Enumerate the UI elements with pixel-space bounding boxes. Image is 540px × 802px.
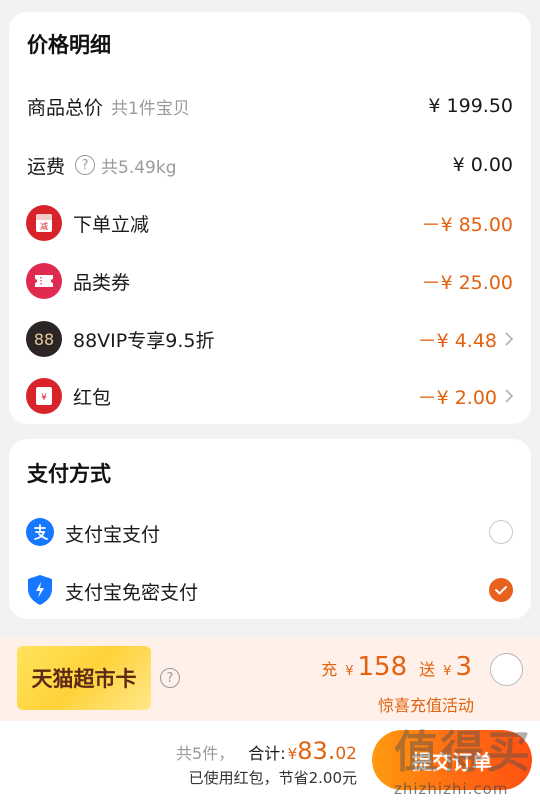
discount-row-88vip[interactable]: 88 88VIP专享9.5折 －¥ 4.48 xyxy=(9,319,531,359)
red-packet-icon: ¥ xyxy=(26,378,62,414)
goods-total-row: 商品总价 共1件宝贝 ¥ 199.50 xyxy=(9,86,531,126)
charge-prefix: 充 xyxy=(321,660,338,679)
tmall-supermarket-card: 天猫超市卡 xyxy=(17,646,151,710)
chevron-right-icon xyxy=(505,389,514,403)
discount-amount: －¥ 85.00 xyxy=(421,213,513,236)
recharge-offer: 充 ¥ 158 送 ¥ 3 xyxy=(321,652,472,682)
gift-prefix: 送 xyxy=(419,660,436,679)
discount-label: 88VIP专享9.5折 xyxy=(73,329,215,352)
saved-note: 已使用红包，节省2.00元 xyxy=(188,769,357,787)
goods-total-label: 商品总价 xyxy=(27,96,104,119)
price-detail-title: 价格明细 xyxy=(27,33,111,57)
svg-text:减: 减 xyxy=(40,221,48,231)
discount-label: 红包 xyxy=(73,386,112,409)
alipay-icon xyxy=(26,518,54,546)
discount-label: 品类券 xyxy=(73,271,131,294)
help-question-icon[interactable]: ? xyxy=(160,668,180,688)
red-envelope-jian-icon: 减 xyxy=(26,205,62,241)
payment-option-alipay-nopwd[interactable]: 支付宝免密支付 xyxy=(9,570,531,610)
tmall-card-banner[interactable]: 天猫超市卡 ? 充 ¥ 158 送 ¥ 3 惊喜充值活动 xyxy=(0,637,540,721)
discount-row-instant: 减 下单立减 －¥ 85.00 xyxy=(9,203,531,243)
total-label: 合计: xyxy=(248,744,286,763)
shipping-label: 运费 xyxy=(27,155,66,178)
svg-text:¥: ¥ xyxy=(41,393,47,403)
item-count: 共5件， xyxy=(176,744,235,763)
gift-yen: ¥ xyxy=(443,664,452,679)
check-icon xyxy=(494,585,507,594)
payment-option-alipay[interactable]: 支付宝支付 xyxy=(9,512,531,552)
total-amount-int: 83. xyxy=(297,737,336,765)
radio-unselected[interactable] xyxy=(490,653,523,686)
payment-option-label: 支付宝免密支付 xyxy=(65,582,199,604)
discount-row-red-packet[interactable]: ¥ 红包 －¥ 2.00 xyxy=(9,376,531,416)
help-question-icon[interactable]: ? xyxy=(75,155,96,175)
alipay-shield-icon xyxy=(26,574,54,610)
radio-selected[interactable] xyxy=(489,578,513,602)
goods-total-amount: ¥ 199.50 xyxy=(428,95,513,117)
submit-order-button[interactable]: 提交订单 xyxy=(372,730,532,790)
88vip-icon: 88 xyxy=(26,321,62,357)
total-amount-dec: 02 xyxy=(335,744,357,764)
shipping-weight: 共5.49kg xyxy=(101,157,177,178)
shipping-amount: ¥ 0.00 xyxy=(452,154,513,176)
discount-amount: －¥ 25.00 xyxy=(421,271,513,294)
payment-method-card: 支付方式 支付宝支付 支付宝免密支付 xyxy=(9,439,531,619)
gift-amount: 3 xyxy=(455,652,472,682)
payment-option-label: 支付宝支付 xyxy=(65,524,161,546)
chevron-right-icon xyxy=(505,332,514,346)
price-detail-card: 价格明细 商品总价 共1件宝贝 ¥ 199.50 运费 ? 共5.49kg ¥ … xyxy=(9,12,531,424)
recharge-subtitle: 惊喜充值活动 xyxy=(377,696,474,715)
discount-row-coupon: 品类券 －¥ 25.00 xyxy=(9,261,531,301)
shipping-row: 运费 ? 共5.49kg ¥ 0.00 xyxy=(9,145,531,185)
coupon-ticket-icon xyxy=(26,263,62,299)
payment-method-title: 支付方式 xyxy=(27,462,111,486)
total-yen: ¥ xyxy=(287,745,298,763)
charge-yen: ¥ xyxy=(345,664,354,679)
discount-label: 下单立减 xyxy=(73,213,150,236)
discount-amount: －¥ 2.00 xyxy=(417,386,497,409)
charge-amount: 158 xyxy=(357,652,408,682)
radio-unselected[interactable] xyxy=(489,520,513,544)
discount-amount: －¥ 4.48 xyxy=(417,329,497,352)
checkout-footer: 共5件， 合计: ¥ 83. 02 已使用红包，节省2.00元 提交订单 xyxy=(0,721,540,802)
total-line: 共5件， 合计: ¥ 83. 02 xyxy=(176,737,357,765)
goods-count-label: 共1件宝贝 xyxy=(111,98,190,119)
